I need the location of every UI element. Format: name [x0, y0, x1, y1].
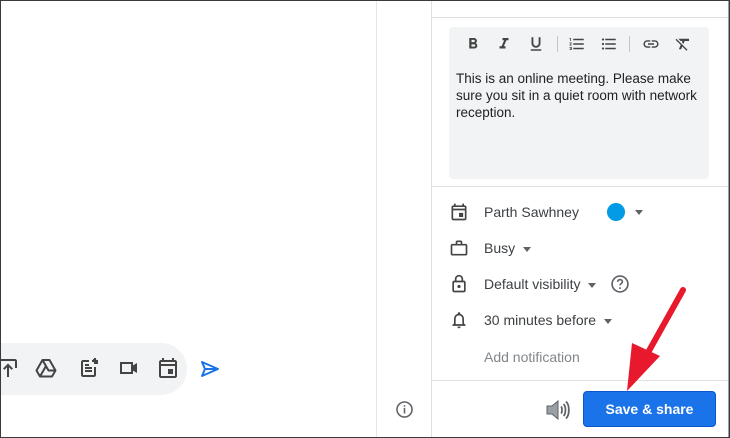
panel-scrollbar-edge — [728, 0, 729, 438]
briefcase-icon — [449, 238, 469, 258]
toolbar-separator — [629, 36, 630, 52]
bulleted-list-icon[interactable] — [598, 33, 620, 55]
upload-icon[interactable] — [0, 356, 20, 380]
video-call-icon[interactable] — [117, 356, 141, 380]
lock-icon — [449, 274, 469, 294]
chevron-down-icon — [604, 318, 613, 324]
section-divider — [432, 186, 728, 187]
bell-icon — [449, 310, 469, 330]
calendar-color-swatch[interactable] — [607, 203, 625, 221]
visibility-dropdown[interactable]: Default visibility — [484, 276, 597, 292]
italic-icon[interactable] — [493, 33, 515, 55]
help-icon[interactable] — [610, 274, 630, 294]
toolbar-separator — [557, 36, 558, 52]
numbered-list-icon[interactable] — [566, 33, 588, 55]
calendar-owner-row[interactable]: Parth Sawhney — [449, 200, 719, 224]
add-notification-link[interactable]: Add notification — [484, 349, 580, 365]
speaker-icon[interactable] — [544, 397, 570, 423]
availability-row[interactable]: Busy — [449, 236, 719, 260]
footer-divider — [432, 380, 728, 381]
underline-icon[interactable] — [525, 33, 547, 55]
availability-dropdown[interactable]: Busy — [484, 240, 532, 256]
chevron-down-icon — [523, 246, 532, 252]
chevron-down-icon[interactable] — [635, 210, 643, 215]
visibility-row[interactable]: Default visibility — [449, 272, 719, 296]
save-and-share-button[interactable]: Save & share — [583, 391, 716, 427]
info-icon[interactable] — [395, 400, 414, 419]
notification-value: 30 minutes before — [484, 312, 597, 328]
calendar-owner-name: Parth Sawhney — [484, 204, 579, 220]
calendar-icon — [449, 202, 469, 222]
remove-formatting-icon[interactable] — [672, 33, 694, 55]
google-drive-icon[interactable] — [34, 356, 58, 380]
availability-value: Busy — [484, 240, 516, 256]
description-editor[interactable]: This is an online meeting. Please make s… — [449, 27, 709, 179]
notification-row[interactable]: 30 minutes before — [449, 308, 719, 332]
notification-dropdown[interactable]: 30 minutes before — [484, 312, 613, 328]
visibility-value: Default visibility — [484, 276, 581, 292]
content-divider — [376, 0, 377, 438]
event-description-text[interactable]: This is an online meeting. Please make s… — [456, 70, 706, 121]
formatting-toolbar — [449, 27, 709, 61]
add-note-icon[interactable] — [77, 356, 101, 380]
calendar-event-icon[interactable] — [156, 356, 180, 380]
send-icon[interactable] — [198, 357, 222, 381]
chevron-down-icon — [588, 282, 597, 288]
bold-icon[interactable] — [462, 33, 484, 55]
link-icon[interactable] — [640, 33, 662, 55]
panel-top-divider — [431, 17, 728, 18]
